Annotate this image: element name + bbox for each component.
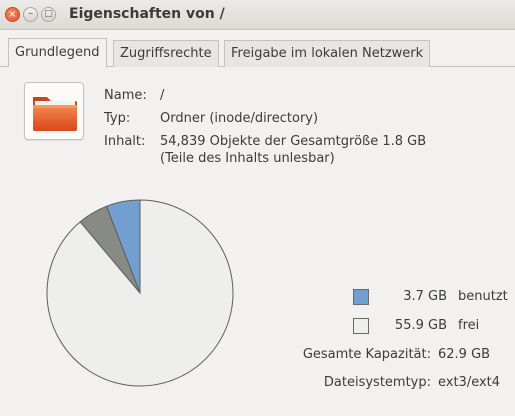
used-size: 3.7 GB xyxy=(403,289,447,304)
folder-icon xyxy=(24,82,84,140)
tab-zugriffsrechte[interactable]: Zugriffsrechte xyxy=(113,40,219,67)
free-label: frei xyxy=(458,318,480,333)
type-value: Ordner (inode/directory) xyxy=(160,111,319,126)
name-label: Name: xyxy=(104,88,147,103)
free-color-swatch xyxy=(353,318,369,334)
pie-slice-2 xyxy=(46,199,234,387)
capacity-label: Gesamte Kapazität: xyxy=(302,347,431,362)
tab-grundlegend[interactable]: Grundlegend xyxy=(8,38,107,67)
capacity-value: 62.9 GB xyxy=(438,347,491,362)
usage-pie-chart xyxy=(46,199,234,387)
used-label: benutzt xyxy=(458,289,508,304)
fstype-label: Dateisystemtyp: xyxy=(323,375,431,390)
type-label: Typ: xyxy=(104,111,131,126)
name-value[interactable]: / xyxy=(160,88,164,103)
tab-freigabe[interactable]: Freigabe im lokalen Netzwerk xyxy=(224,40,431,67)
content-value: 54,839 Objekte der Gesamtgröße 1.8 GB xyxy=(160,134,427,149)
content-note: (Teile des Inhalts unlesbar) xyxy=(160,151,335,166)
title-bar: × – □ Eigenschaften von / xyxy=(0,0,515,30)
window-title: Eigenschaften von / xyxy=(69,6,225,22)
fstype-value: ext3/ext4 xyxy=(438,375,501,390)
minimize-button[interactable]: – xyxy=(23,7,38,22)
maximize-button[interactable]: □ xyxy=(41,7,56,22)
used-color-swatch xyxy=(353,289,369,305)
content-label: Inhalt: xyxy=(104,134,146,149)
close-button[interactable]: × xyxy=(5,7,20,22)
free-size: 55.9 GB xyxy=(394,318,447,333)
